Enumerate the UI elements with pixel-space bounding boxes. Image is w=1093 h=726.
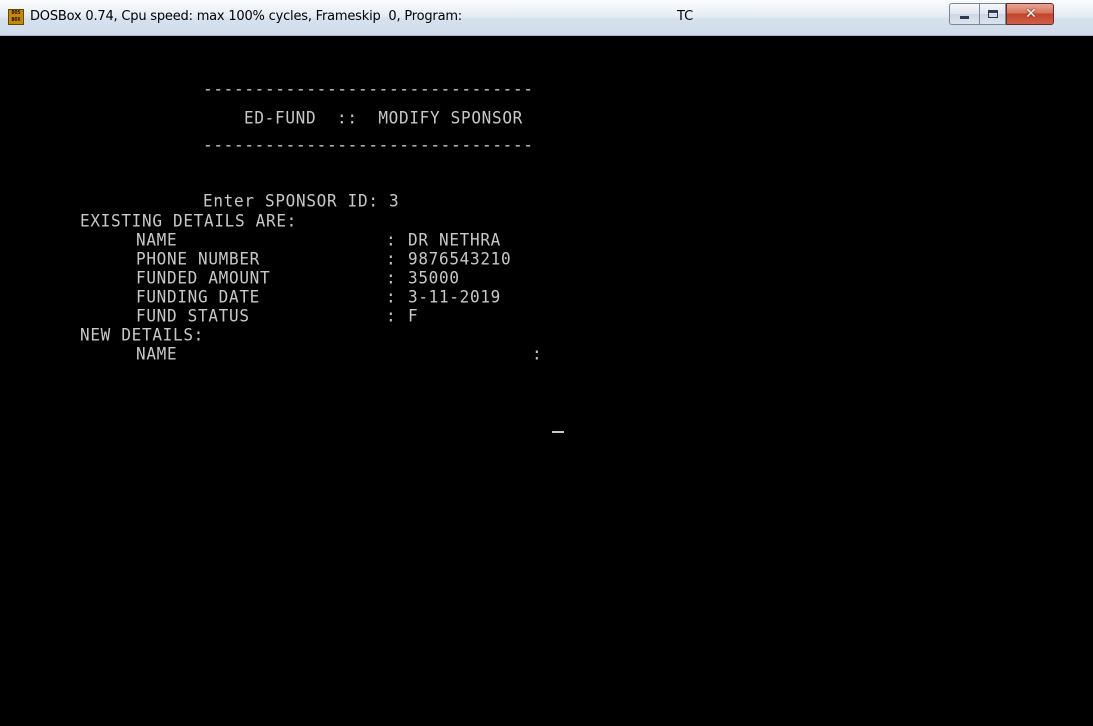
- existing-status-sep: :: [386, 305, 397, 326]
- existing-name-sep: :: [386, 229, 397, 250]
- sponsor-id-prompt: Enter SPONSOR ID: 3: [203, 190, 400, 211]
- icon-text-line-1: DOS: [11, 10, 21, 16]
- new-name-label: NAME: [136, 343, 178, 364]
- existing-amount-value: 35000: [408, 267, 460, 288]
- new-name-sep: :: [532, 343, 543, 364]
- sponsor-id-label: Enter SPONSOR ID:: [203, 190, 379, 211]
- new-details-heading: NEW DETAILS:: [80, 324, 204, 345]
- minimize-button[interactable]: [949, 3, 979, 25]
- existing-phone-label: PHONE NUMBER: [136, 248, 260, 269]
- sponsor-id-value: 3: [389, 190, 400, 211]
- screen-heading: ED-FUND :: MODIFY SPONSOR: [244, 107, 523, 128]
- heading-rule-top: --------------------------------: [203, 78, 534, 99]
- existing-amount-sep: :: [386, 267, 397, 288]
- maximize-button[interactable]: [979, 3, 1006, 25]
- existing-phone-value: 9876543210: [408, 248, 512, 269]
- heading-rule-bottom: --------------------------------: [203, 134, 534, 155]
- dosbox-app-icon[interactable]: DOS BOX: [8, 9, 24, 25]
- title-bar[interactable]: DOS BOX DOSBox 0.74, Cpu speed: max 100%…: [0, 0, 1093, 36]
- maximize-icon: [988, 10, 998, 18]
- close-icon: ✕: [1025, 6, 1037, 22]
- window-title-program: TC: [677, 9, 694, 24]
- existing-name-value: DR NETHRA: [408, 229, 501, 250]
- icon-text-line-2: BOX: [11, 17, 21, 23]
- dos-terminal-screen[interactable]: -------------------------------- ED-FUND…: [0, 36, 1093, 726]
- window-title: DOSBox 0.74, Cpu speed: max 100% cycles,…: [30, 9, 462, 24]
- text-cursor: [552, 431, 564, 433]
- minimize-icon: [960, 16, 969, 19]
- close-button[interactable]: ✕: [1006, 3, 1054, 25]
- existing-date-sep: :: [386, 286, 397, 307]
- dosbox-window: DOS BOX DOSBox 0.74, Cpu speed: max 100%…: [0, 0, 1093, 726]
- existing-details-heading: EXISTING DETAILS ARE:: [80, 210, 297, 231]
- existing-amount-label: FUNDED AMOUNT: [136, 267, 271, 288]
- existing-phone-sep: :: [386, 248, 397, 269]
- existing-status-label: FUND STATUS: [136, 305, 250, 326]
- existing-name-label: NAME: [136, 229, 178, 250]
- existing-status-value: F: [408, 305, 419, 326]
- existing-date-label: FUNDING DATE: [136, 286, 260, 307]
- existing-date-value: 3-11-2019: [408, 286, 501, 307]
